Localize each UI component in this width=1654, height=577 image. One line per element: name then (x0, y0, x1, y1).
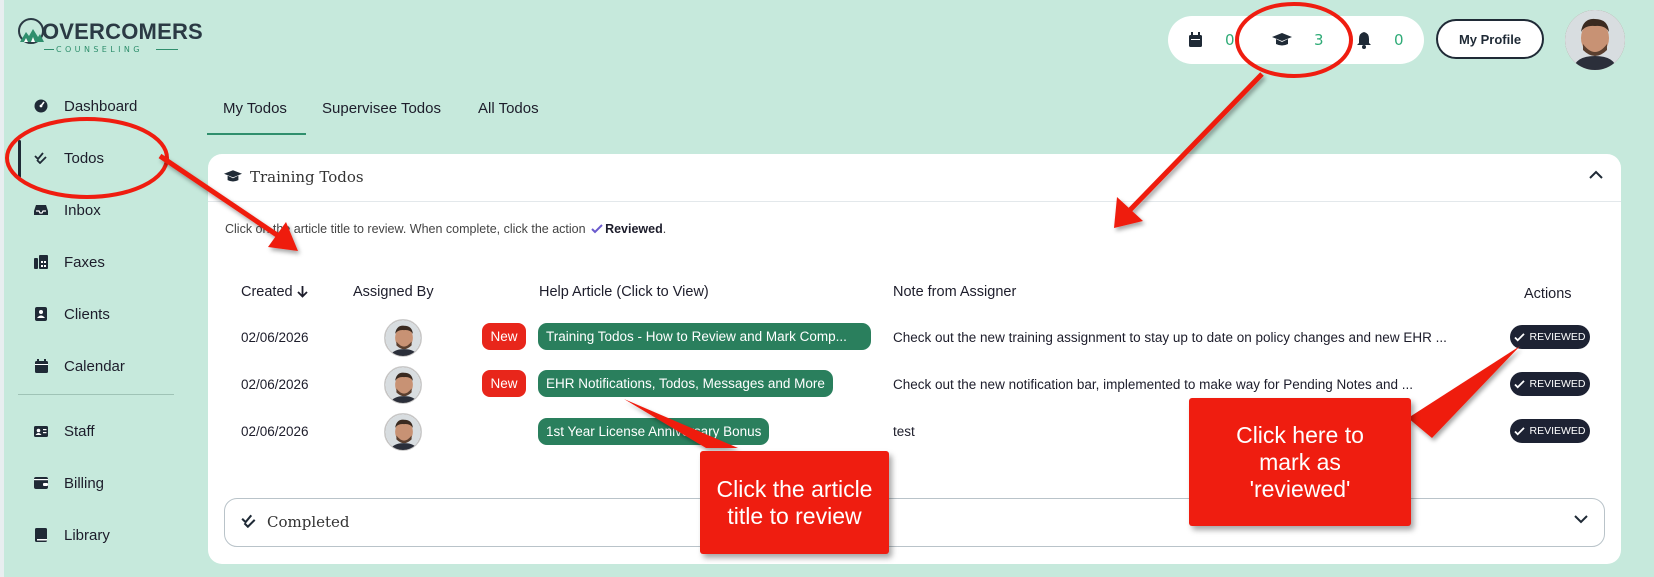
check-double-icon (241, 514, 256, 528)
active-tab-underline (207, 133, 306, 135)
sidebar-item-label: Dashboard (64, 97, 138, 115)
reviewed-label: REVIEWED (1529, 425, 1586, 437)
notification-counters: 0 3 0 (1168, 16, 1424, 64)
tab-my-todos[interactable]: My Todos (223, 100, 287, 117)
column-header-actions: Actions (1524, 286, 1572, 302)
sidebar-item-staff[interactable]: Staff (30, 416, 95, 446)
new-badge: New (482, 323, 526, 350)
calendar-counter[interactable]: 0 (1188, 16, 1235, 64)
sidebar-item-label: Library (64, 526, 110, 544)
mountain-icon (20, 29, 44, 42)
checkmark-icon (1514, 379, 1526, 388)
sidebar-item-label: Staff (64, 422, 95, 440)
tab-supervisee-todos[interactable]: Supervisee Todos (322, 100, 441, 117)
help-article-link[interactable]: EHR Notifications, Todos, Messages and M… (538, 370, 833, 397)
sidebar-item-calendar[interactable]: Calendar (30, 351, 125, 381)
assigner-avatar (384, 366, 422, 404)
check-double-icon (30, 152, 52, 164)
column-header-help-article: Help Article (Click to View) (539, 284, 709, 300)
column-header-assigned-by: Assigned By (353, 284, 434, 300)
logo-rule (156, 49, 178, 50)
training-count: 3 (1314, 31, 1324, 49)
help-article-link[interactable]: 1st Year License Anniversary Bonus (538, 418, 770, 445)
logo-rule (44, 49, 54, 50)
graduation-cap-icon (224, 170, 242, 182)
wallet-icon (30, 477, 52, 489)
assigner-avatar (384, 413, 422, 451)
completed-label: Completed (267, 513, 350, 531)
sidebar-item-library[interactable]: Library (30, 520, 110, 550)
sidebar-item-faxes[interactable]: Faxes (30, 247, 105, 277)
sidebar-item-label: Inbox (64, 201, 101, 219)
logo-subtext: COUNSELING (56, 45, 143, 54)
notification-counter[interactable]: 0 (1356, 16, 1404, 64)
callout-reviewed-instruction: Click here to mark as 'reviewed' (1189, 398, 1411, 526)
new-badge: New (482, 370, 526, 397)
active-nav-indicator (18, 140, 21, 178)
reviewed-button[interactable]: REVIEWED (1510, 325, 1590, 349)
assigner-note: Check out the new notification bar, impl… (893, 377, 1414, 392)
sidebar-item-label: Faxes (64, 253, 105, 271)
chevron-down-icon[interactable] (1574, 515, 1588, 524)
bell-icon (1357, 31, 1371, 49)
training-todos-header[interactable]: Training Todos (208, 154, 1621, 202)
chevron-up-icon[interactable] (1589, 170, 1603, 179)
sidebar-item-clients[interactable]: Clients (30, 299, 110, 329)
calendar-count: 0 (1225, 31, 1235, 49)
reviewed-label: REVIEWED (1529, 378, 1586, 390)
training-counter[interactable]: 3 (1272, 16, 1324, 64)
avatar-photo (1565, 10, 1625, 70)
sidebar-item-label: Calendar (64, 357, 125, 375)
sidebar-item-billing[interactable]: Billing (30, 468, 104, 498)
user-avatar[interactable] (1565, 10, 1625, 70)
sidebar-item-label: Billing (64, 474, 105, 492)
sidebar-divider (18, 394, 174, 395)
column-header-created[interactable]: Created (241, 284, 308, 300)
assigner-note: test (893, 424, 915, 439)
sidebar-item-label: Todos (64, 149, 105, 167)
reviewed-button[interactable]: REVIEWED (1510, 372, 1590, 396)
my-profile-button[interactable]: My Profile (1436, 19, 1544, 59)
book-icon (30, 528, 52, 542)
checkmark-icon (591, 224, 603, 234)
help-article-link[interactable]: Training Todos - How to Review and Mark … (538, 323, 871, 350)
notification-count: 0 (1394, 31, 1404, 49)
reviewed-label: REVIEWED (1529, 331, 1586, 343)
calendar-icon (1189, 32, 1202, 47)
callout-article-instruction: Click the article title to review (700, 451, 889, 554)
reviewed-button[interactable]: REVIEWED (1510, 419, 1590, 443)
sidebar-item-label: Clients (64, 305, 110, 323)
card-title: Training Todos (250, 168, 364, 186)
dashboard-icon (30, 99, 52, 113)
row-date: 02/06/2026 (241, 424, 309, 439)
assigner-avatar (384, 319, 422, 357)
id-card-icon (30, 425, 52, 437)
checkmark-icon (1514, 426, 1526, 435)
sidebar-item-todos[interactable]: Todos (30, 143, 104, 173)
window-edge (0, 0, 4, 577)
sort-down-arrow-icon[interactable] (296, 285, 308, 298)
column-header-note: Note from Assigner (893, 284, 1017, 300)
sidebar-item-dashboard[interactable]: Dashboard (30, 91, 137, 121)
instruction-pre: Click on the article title to review. Wh… (225, 222, 586, 236)
column-label: Created (241, 284, 293, 300)
instruction-text: Click on the article title to review. Wh… (225, 222, 666, 236)
instruction-post: . (662, 222, 667, 236)
fax-icon (30, 255, 52, 269)
inbox-icon (30, 204, 52, 216)
sidebar-item-inbox[interactable]: Inbox (30, 195, 101, 225)
row-date: 02/06/2026 (241, 330, 309, 345)
tab-all-todos[interactable]: All Todos (478, 100, 539, 117)
client-card-icon (30, 307, 52, 321)
assigner-note: Check out the new training assignment to… (893, 330, 1447, 345)
logo-text: OVERCOMERS (42, 19, 203, 44)
logo[interactable]: OVERCOMERS COUNSELING (18, 18, 203, 56)
instruction-action: Reviewed (605, 222, 663, 236)
row-date: 02/06/2026 (241, 377, 309, 392)
calendar-icon (30, 359, 52, 373)
checkmark-icon (1514, 332, 1526, 341)
graduation-cap-icon (1272, 33, 1292, 46)
